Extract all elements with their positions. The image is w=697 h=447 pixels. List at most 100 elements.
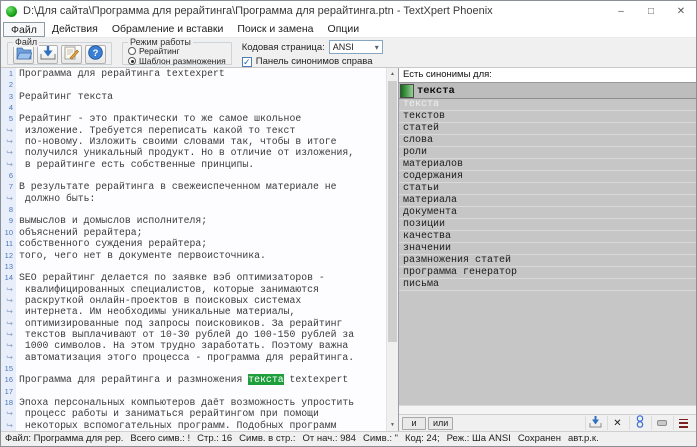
wrap-icon: ↪ (1, 352, 16, 363)
editor-row: 3Рерайтинг текста (1, 91, 386, 102)
synonym-query-row[interactable]: текста (399, 82, 696, 99)
help-button[interactable]: ? (85, 45, 106, 64)
and-button[interactable]: и (402, 417, 426, 430)
menu-item[interactable]: Обрамление и вставки (105, 22, 231, 37)
minimize-button[interactable]: – (606, 1, 636, 21)
editor-row: 1Программа для рерайтинга textexpert (1, 68, 386, 79)
mode-group: Режим работы РерайтингШаблон размножения (122, 42, 232, 65)
highlighted-word: текста (248, 374, 283, 385)
editor-row: ↪ автоматизация этого процесса - програм… (1, 352, 386, 363)
editor-row: ↪ изложение. Требуется переписать какой … (1, 125, 386, 136)
radio-icon[interactable] (128, 57, 136, 65)
editor-row: 15 (1, 363, 386, 374)
status-segment: авт.р.к. (568, 433, 599, 444)
scroll-down-icon[interactable]: ▼ (387, 419, 398, 431)
synonym-item[interactable]: документа (399, 207, 696, 219)
mode-option[interactable]: Рерайтинг (128, 46, 226, 56)
editor-line-text: В результате рерайтинга в свежеиспеченно… (16, 181, 336, 192)
editor-row: 17 (1, 386, 386, 397)
menu-item[interactable]: Опции (321, 22, 367, 37)
list-button[interactable] (673, 416, 693, 430)
synonym-item[interactable]: текстов (399, 111, 696, 123)
editor-row: ↪ в рерайтинге есть собственные принципы… (1, 159, 386, 170)
editor-line-text: интернета. Им необходимы уникальные мате… (16, 306, 295, 317)
scroll-up-icon[interactable]: ▲ (387, 68, 398, 80)
open-button[interactable] (13, 45, 34, 64)
delete-button[interactable]: ✕ (607, 416, 627, 430)
editor-scrollbar[interactable]: ▲ ▼ (386, 68, 398, 431)
editor-line-text: квалифицированных специалистов, которые … (16, 284, 319, 295)
synonyms-list: текстатекстовстатейсловаролиматериаловсо… (399, 99, 696, 405)
synonyms-panel: Есть синонимы для: текста текстатекстовс… (398, 68, 696, 431)
close-button[interactable]: ✕ (666, 1, 696, 21)
scrollbar-thumb[interactable] (388, 81, 397, 342)
codepage-value: ANSI (333, 42, 354, 52)
wrap-icon: ↪ (1, 420, 16, 431)
synonyms-hscrollbar[interactable] (399, 405, 696, 414)
synonym-item[interactable]: позиции (399, 219, 696, 231)
menu-item[interactable]: Поиск и замена (230, 22, 320, 37)
line-number: 16 (1, 374, 16, 385)
editor-line-text: Программа для рерайтинга и размножения т… (16, 374, 348, 385)
titlebar: D:\Для сайта\Программа для рерайтинга\Пр… (1, 1, 696, 21)
synonym-item[interactable]: текста (399, 99, 696, 111)
editor-line-text: некоторых вспомогательных программ. Подо… (16, 420, 336, 431)
codepage-select[interactable]: ANSI ▾ (329, 40, 383, 54)
editor-line-text (16, 102, 19, 113)
status-segment: Код: 24; (405, 433, 440, 444)
synonym-item[interactable]: размножения статей (399, 255, 696, 267)
synonyms-checkbox-label: Панель синонимов справа (256, 56, 373, 67)
synonym-item[interactable]: статей (399, 123, 696, 135)
save-synonyms-button[interactable] (585, 416, 605, 430)
window-title: D:\Для сайта\Программа для рерайтинга\Пр… (23, 5, 606, 17)
svg-text:?: ? (93, 48, 99, 59)
file-group-label: Файл (13, 37, 39, 47)
editor-row: 5Рерайтинг - это практически то же самое… (1, 113, 386, 124)
synonym-item[interactable]: статьи (399, 183, 696, 195)
save-button[interactable] (37, 45, 58, 64)
menu-item[interactable]: Файл (3, 22, 45, 37)
editor-row: 11собственного суждения рерайтера; (1, 238, 386, 249)
synonym-item[interactable]: значении (399, 243, 696, 255)
chain-button[interactable] (629, 416, 649, 430)
editor-line-text: Программа для рерайтинга textexpert (16, 68, 225, 79)
maximize-button[interactable]: □ (636, 1, 666, 21)
radio-label: Рерайтинг (139, 46, 180, 56)
save-icon (589, 416, 602, 431)
synonym-item[interactable]: качества (399, 231, 696, 243)
text-editor[interactable]: 1Программа для рерайтинга textexpert23Ре… (1, 68, 398, 431)
synonym-item[interactable]: программа генератор (399, 267, 696, 279)
synonyms-footer: и или ✕ (399, 414, 696, 431)
mode-group-label: Режим работы (128, 37, 193, 47)
toolbar: Файл ? Режим работы РерайтингШаблон разм… (1, 38, 696, 68)
editor-row: 6 (1, 170, 386, 181)
editor-line-text (16, 79, 19, 90)
mode-option[interactable]: Шаблон размножения (128, 56, 226, 66)
editor-row: ↪ интернета. Им необходимы уникальные ма… (1, 306, 386, 317)
line-number: 4 (1, 102, 16, 113)
or-button[interactable]: или (428, 417, 453, 430)
synonym-item[interactable]: роли (399, 147, 696, 159)
synonyms-panel-checkbox[interactable]: ✓ (242, 57, 252, 67)
synonym-item[interactable]: материала (399, 195, 696, 207)
editor-line-text: должно быть: (16, 193, 95, 204)
line-number: 9 (1, 215, 16, 226)
editor-row: ↪ некоторых вспомогательных программ. По… (1, 420, 386, 431)
editor-row: 16Программа для рерайтинга и размножения… (1, 374, 386, 385)
menu-item[interactable]: Действия (45, 22, 105, 37)
eraser-button[interactable] (651, 416, 671, 430)
radio-icon[interactable] (128, 47, 136, 55)
notes-button[interactable] (61, 45, 82, 64)
line-number: 18 (1, 397, 16, 408)
synonym-item[interactable]: содержания (399, 171, 696, 183)
editor-row: 7В результате рерайтинга в свежеиспеченн… (1, 181, 386, 192)
synonym-item[interactable]: слова (399, 135, 696, 147)
editor-row: 14SEO рерайтинг делается по заявке вэб о… (1, 272, 386, 283)
editor-line-text: Эпоха персональных компьютеров даёт возм… (16, 397, 354, 408)
synonym-item[interactable]: письма (399, 279, 696, 291)
synonym-item[interactable]: материалов (399, 159, 696, 171)
editor-row: ↪ должно быть: (1, 193, 386, 204)
wrap-icon: ↪ (1, 340, 16, 351)
status-segment: Файл: Программа для рер. (5, 433, 123, 444)
editor-row: 4 (1, 102, 386, 113)
